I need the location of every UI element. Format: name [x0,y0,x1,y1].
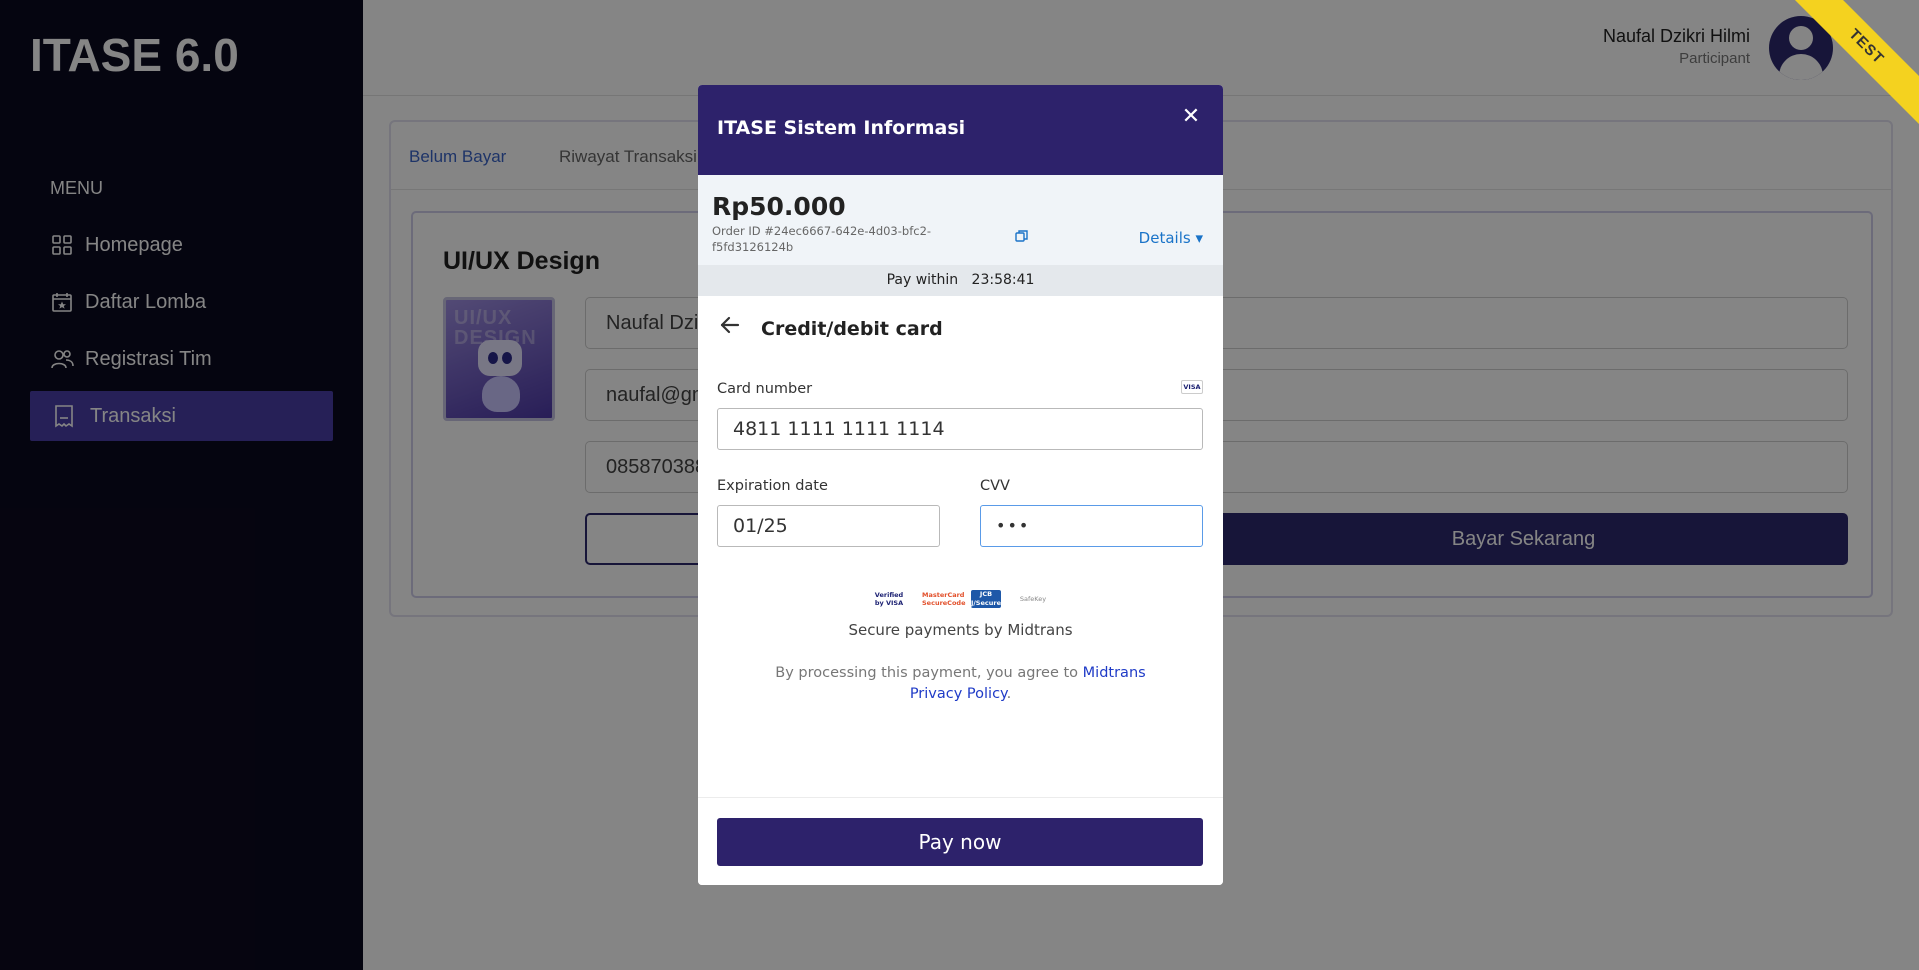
test-ribbon: TEST [1789,0,1919,130]
modal-footer: Pay now [698,797,1223,885]
card-number-label: Card number [717,381,813,397]
details-label: Details [1138,229,1191,247]
terms-text: By processing this payment, you agree to… [758,663,1163,705]
secure-payments-text: Secure payments by Midtrans [848,621,1073,639]
safekey-logo: SafeKey [1019,595,1047,603]
pay-now-button[interactable]: Pay now [717,818,1203,866]
jcb-secure-logo: JCB J/Secure [971,590,1001,608]
terms-suffix: . [1006,686,1012,702]
modal-header: ITASE Sistem Informasi ✕ [698,85,1223,175]
copy-icon[interactable] [1015,228,1031,244]
card-number-input[interactable]: 4811 1111 1111 1114 [717,408,1203,450]
visa-icon: VISA [1181,380,1203,394]
pay-within-timer: 23:58:41 [971,272,1035,288]
pay-within-label: Pay within [886,272,959,288]
modal-title: ITASE Sistem Informasi [717,117,966,139]
section-title: Credit/debit card [761,318,943,340]
expiration-input[interactable]: 01/25 [717,505,940,547]
payment-modal: ITASE Sistem Informasi ✕ Rp50.000 Order … [698,85,1223,885]
mastercard-securecode-logo: MasterCard SecureCode [922,591,966,607]
terms-prefix: By processing this payment, you agree to [775,665,1083,681]
close-icon[interactable]: ✕ [1179,105,1203,129]
expiration-label: Expiration date [717,478,828,494]
cvv-label: CVV [980,478,1010,494]
cvv-input[interactable]: ••• [980,505,1203,547]
order-summary: Rp50.000 Order ID #24ec6667-642e-4d03-bf… [698,175,1223,265]
back-arrow-icon[interactable] [718,313,746,341]
security-logos: Verified by VISA MasterCard SecureCode J… [873,589,1048,609]
ribbon-label: TEST [1789,0,1919,130]
caret-down-icon: ▾ [1195,229,1203,247]
order-id: Order ID #24ec6667-642e-4d03-bfc2-f5fd31… [712,224,932,254]
pay-within-bar: Pay within 23:58:41 [698,265,1223,296]
details-toggle[interactable]: Details ▾ [1139,229,1203,247]
order-amount: Rp50.000 [712,192,846,221]
verified-by-visa-logo: Verified by VISA [874,591,904,607]
